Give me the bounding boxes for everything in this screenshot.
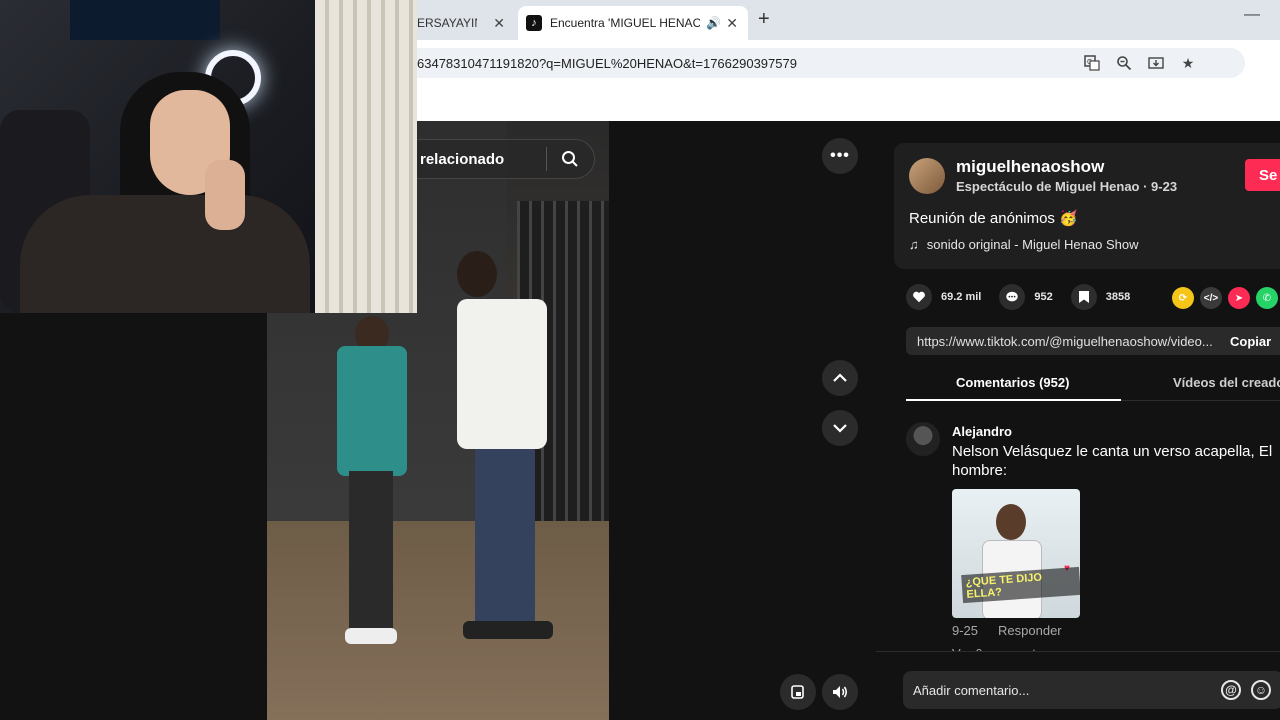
active-tab-indicator — [906, 399, 1121, 401]
author-avatar[interactable] — [909, 158, 945, 194]
comment-action[interactable]: 952 — [999, 284, 1053, 310]
emoji-icon[interactable]: ☺ — [1251, 680, 1271, 700]
comment-count: 952 — [1034, 291, 1053, 303]
install-app-icon[interactable] — [1147, 54, 1165, 72]
speaker-icon[interactable]: 🔊 — [706, 16, 721, 30]
tab-title: ERSAYAYIN — [417, 16, 477, 30]
picture-in-picture-button[interactable] — [780, 674, 816, 710]
comment-input-icons: @ ☺ — [1221, 680, 1280, 700]
like-count: 69.2 mil — [941, 291, 982, 303]
tab-creator-videos[interactable]: Vídeos del creado — [1173, 375, 1280, 390]
related-search-bar[interactable]: relacionado — [405, 139, 595, 179]
action-row: 69.2 mil 952 3858 — [906, 284, 1148, 310]
related-search-text: relacionado — [420, 150, 505, 168]
author-username[interactable]: miguelhenaoshow — [956, 157, 1104, 177]
close-tab-icon[interactable]: ✕ — [493, 15, 505, 32]
comment-meta: 9-25 Responder — [952, 623, 1062, 638]
comment-input-area: Añadir comentario... @ ☺ — [876, 651, 1280, 720]
music-note-icon: ♫ — [909, 237, 919, 252]
comment-placeholder: Añadir comentario... — [913, 682, 1030, 698]
heart-icon[interactable] — [906, 284, 932, 310]
tiktok-logo-icon: ♪ — [526, 15, 542, 31]
webcam-curtain — [315, 0, 417, 313]
comment-image-caption: ¿QUE TE DIJO ELLA? — [961, 566, 1080, 604]
post-details-panel: miguelhenaoshow Espectáculo de Miguel He… — [876, 121, 1280, 720]
browser-tab-inactive[interactable]: ERSAYAYIN ✕ — [405, 6, 515, 40]
translate-icon[interactable]: G — [1083, 54, 1101, 72]
save-action[interactable]: 3858 — [1070, 284, 1131, 310]
volume-icon — [833, 686, 848, 698]
new-tab-button[interactable]: + — [758, 8, 770, 31]
browser-tab-active[interactable]: ♪ Encuentra 'MIGUEL HENAO 🔊 ✕ — [518, 6, 748, 40]
previous-video-button[interactable] — [822, 360, 858, 396]
chevron-up-icon — [833, 373, 847, 382]
zoom-icon[interactable] — [1115, 54, 1133, 72]
bookmark-icon[interactable] — [1070, 284, 1097, 310]
reply-button[interactable]: Responder — [998, 623, 1062, 638]
comment-bubble-icon[interactable] — [999, 284, 1026, 310]
music-link[interactable]: ♫ sonido original - Miguel Henao Show — [909, 237, 1138, 252]
comment-date: 9-25 — [952, 623, 979, 638]
commenter-avatar[interactable] — [906, 422, 940, 456]
save-count: 3858 — [1105, 291, 1131, 303]
video-person-left — [337, 316, 407, 646]
video-sidewalk — [267, 521, 609, 720]
like-action[interactable]: 69.2 mil — [906, 284, 981, 310]
repost-icon[interactable]: ⟳ — [1172, 287, 1194, 309]
screen: ERSAYAYIN ✕ ♪ Encuentra 'MIGUEL HENAO 🔊 … — [0, 0, 1280, 720]
webcam-person-body — [20, 195, 310, 313]
author-subtitle: Espectáculo de Miguel Henao · 9-23 — [956, 179, 1178, 194]
follow-button[interactable]: Se — [1245, 159, 1280, 191]
video-person-right — [457, 251, 557, 651]
search-icon[interactable] — [547, 139, 593, 179]
chevron-down-icon — [833, 424, 847, 433]
whatsapp-icon[interactable]: ✆ — [1256, 287, 1278, 309]
webcam-person-hand — [205, 160, 245, 230]
comment-text: Nelson Velásquez le canta un verso acape… — [952, 443, 1273, 479]
pip-icon — [791, 685, 804, 699]
minimize-window-button[interactable]: — — [1244, 6, 1260, 24]
comment-input[interactable]: Añadir comentario... @ ☺ — [903, 671, 1280, 709]
share-link-text[interactable]: https://www.tiktok.com/@miguelhenaoshow/… — [906, 334, 1226, 349]
share-icons: ⟳ </> ➤ ✆ — [1172, 287, 1278, 309]
embed-icon[interactable]: </> — [1200, 287, 1222, 309]
music-title: sonido original - Miguel Henao Show — [926, 237, 1139, 252]
webcam-monitor — [70, 0, 220, 40]
webcam-overlay — [0, 0, 417, 313]
url-text: 63478310471191820?q=MIGUEL%20HENAO&t=176… — [417, 55, 797, 71]
video-caption: Reunión de anónimos 🥳 — [909, 210, 1078, 227]
next-video-button[interactable] — [822, 410, 858, 446]
copy-link-button[interactable]: Copiar — [1226, 334, 1271, 349]
bookmark-star-icon[interactable]: ★ — [1179, 54, 1197, 72]
close-tab-icon[interactable]: ✕ — [726, 15, 738, 32]
tab-title: Encuentra 'MIGUEL HENAO — [550, 16, 700, 30]
more-options-button[interactable]: ••• — [822, 138, 858, 174]
commenter-username[interactable]: Alejandro — [952, 424, 1012, 439]
comment-image[interactable]: ♥ ¿QUE TE DIJO ELLA? — [952, 489, 1080, 618]
share-link-box: https://www.tiktok.com/@miguelhenaoshow/… — [906, 327, 1280, 355]
address-bar-icons: G ★ — [1083, 48, 1197, 78]
url-field[interactable]: 63478310471191820?q=MIGUEL%20HENAO&t=176… — [405, 48, 1245, 78]
panel-tabs: Comentarios (952) Vídeos del creado — [906, 366, 1280, 401]
description-card: miguelhenaoshow Espectáculo de Miguel He… — [894, 143, 1280, 269]
volume-button[interactable] — [822, 674, 858, 710]
mention-icon[interactable]: @ — [1221, 680, 1241, 700]
send-icon[interactable]: ➤ — [1228, 287, 1250, 309]
tab-comments[interactable]: Comentarios (952) — [956, 375, 1069, 390]
